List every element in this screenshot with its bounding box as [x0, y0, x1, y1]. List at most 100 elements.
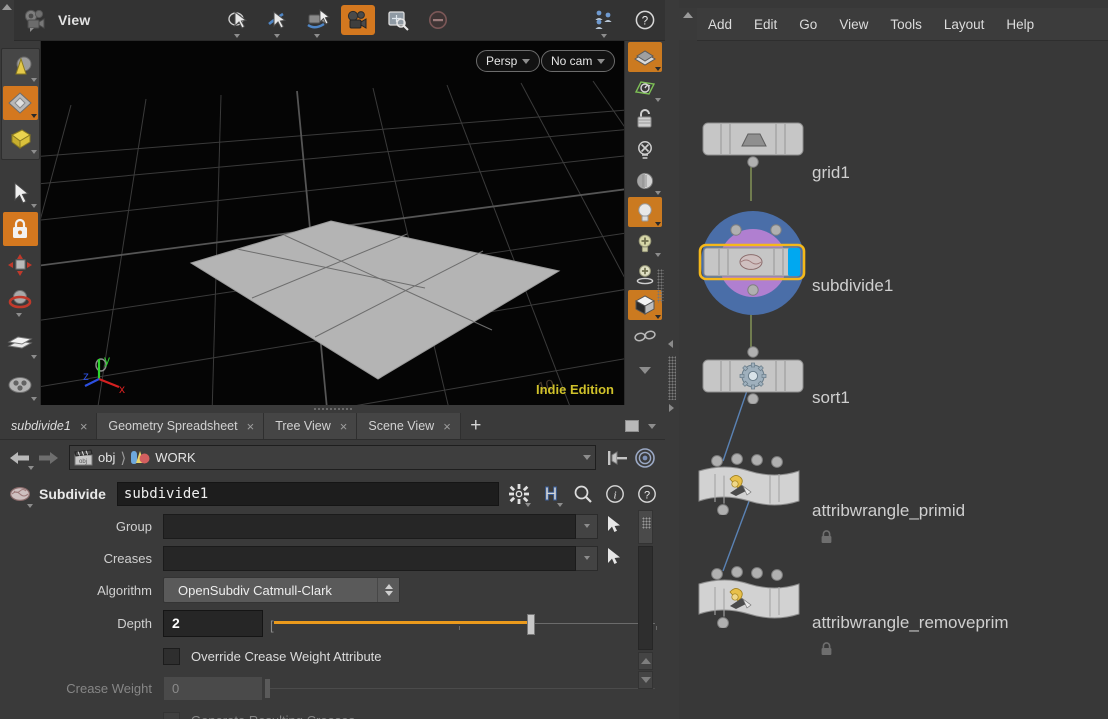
viewport-right-toolbar — [624, 41, 665, 405]
close-icon[interactable]: × — [443, 420, 451, 433]
creases-input[interactable] — [163, 545, 576, 571]
select-rotate-tool[interactable] — [221, 5, 255, 38]
override-crease-weight-checkbox[interactable] — [163, 647, 180, 665]
bulb-plus-icon[interactable] — [628, 228, 662, 258]
question-mark-icon[interactable]: ? — [634, 481, 659, 507]
open-padlock-icon[interactable] — [628, 104, 662, 134]
menu-add[interactable]: Add — [697, 8, 743, 41]
splitter-grip[interactable] — [668, 356, 676, 400]
node-grid1[interactable] — [699, 121, 807, 178]
scroll-down-button[interactable] — [638, 671, 653, 689]
algorithm-select[interactable]: OpenSubdiv Catmull-Clark — [163, 577, 400, 603]
pane-collapse-arrow[interactable] — [0, 0, 14, 41]
node-sort1[interactable] — [699, 346, 807, 409]
add-tab-button[interactable]: + — [461, 413, 491, 439]
path-input[interactable]: obj obj ⟩ WORK — [69, 445, 596, 470]
forward-arrow-icon[interactable] — [34, 446, 62, 470]
group-pick-button[interactable] — [606, 515, 622, 538]
target-icon[interactable] — [631, 446, 659, 470]
bulb-x-icon[interactable] — [628, 135, 662, 165]
svg-text:i: i — [613, 490, 616, 502]
viewport-3d[interactable]: 10 y x z Persp No cam Indie Edition — [41, 41, 624, 405]
node-name-input[interactable]: subdivide1 — [116, 482, 499, 506]
houdini-h-icon[interactable]: H — [538, 481, 563, 507]
lock-icon — [820, 642, 833, 656]
perspective-mode-dropdown[interactable]: Persp — [476, 50, 541, 72]
node-attribwrangle-primid[interactable] — [693, 453, 807, 520]
pane-vertical-splitter[interactable] — [665, 0, 679, 719]
node-attribwrangle-removeprim[interactable] — [693, 566, 807, 633]
creases-pick-button[interactable] — [606, 547, 622, 570]
rotate-sphere-icon[interactable] — [3, 283, 38, 318]
search-icon[interactable] — [570, 481, 595, 507]
tab-scene-view[interactable]: Scene View × — [357, 413, 461, 439]
camera-icon[interactable] — [22, 7, 52, 33]
parameter-scrollbar[interactable] — [636, 510, 654, 690]
close-icon[interactable]: × — [80, 420, 88, 433]
diamond-select-tool[interactable] — [2, 86, 38, 120]
collapse-right-arrow[interactable] — [669, 404, 674, 412]
menu-help[interactable]: Help — [995, 8, 1045, 41]
tab-subdivide1[interactable]: subdivide1 × — [0, 413, 98, 439]
close-icon[interactable]: × — [247, 420, 255, 433]
pin-icon[interactable] — [603, 446, 631, 470]
group-input[interactable] — [163, 513, 576, 539]
camera-view-tool[interactable] — [340, 5, 375, 35]
users-icon[interactable] — [588, 5, 622, 38]
display-shaded-toggle[interactable] — [628, 42, 662, 72]
move-arrows-icon[interactable] — [3, 248, 38, 282]
menu-edit[interactable]: Edit — [743, 8, 788, 41]
creases-dropdown-button[interactable] — [576, 545, 598, 571]
tumble-tool[interactable] — [301, 5, 335, 38]
chevron-down-icon — [384, 591, 393, 596]
menu-layout[interactable]: Layout — [933, 8, 996, 41]
collapse-left-arrow[interactable] — [668, 340, 673, 348]
cone-sphere-tool[interactable] — [3, 50, 38, 84]
scrollbar-grip[interactable] — [638, 510, 653, 544]
disabled-tool[interactable] — [421, 5, 455, 35]
glasses-icon[interactable] — [628, 321, 662, 351]
zoom-region-tool[interactable] — [381, 5, 415, 35]
chevron-down-icon[interactable] — [648, 423, 656, 429]
menu-go[interactable]: Go — [788, 8, 828, 41]
path-segment-obj[interactable]: obj obj — [74, 449, 115, 466]
sphere-shade-icon[interactable] — [628, 166, 662, 196]
node-label-attribwrangle-removeprim: attribwrangle_removeprim — [812, 613, 1009, 632]
camera-select-dropdown[interactable]: No cam — [541, 50, 616, 72]
viewport-pane-splitter[interactable] — [41, 405, 624, 413]
back-arrow-icon[interactable] — [6, 446, 34, 470]
chevron-down-icon[interactable] — [583, 455, 591, 460]
scale-pages-icon[interactable] — [3, 327, 38, 361]
path-segment-work[interactable]: WORK — [131, 449, 196, 466]
maximize-pane-icon[interactable] — [625, 420, 639, 432]
scroll-up-button[interactable] — [638, 652, 653, 670]
group-dropdown-button[interactable] — [576, 513, 598, 539]
gear-icon[interactable] — [506, 481, 531, 507]
info-icon[interactable]: i — [602, 481, 627, 507]
film-reel-icon[interactable] — [3, 369, 38, 403]
algorithm-spinner[interactable] — [377, 578, 399, 602]
select-tool[interactable] — [261, 5, 295, 38]
padlock-icon[interactable] — [2, 211, 38, 246]
slider-handle[interactable] — [526, 613, 535, 635]
tab-tree-view[interactable]: Tree View × — [264, 413, 358, 439]
arrow-cursor-icon[interactable] — [3, 176, 38, 210]
depth-slider[interactable]: [ — [268, 610, 665, 637]
param-row-creases: Creases — [0, 542, 665, 574]
question-mark-icon[interactable]: ? — [628, 5, 662, 35]
bulb-on-icon[interactable] — [628, 197, 662, 227]
menu-tools[interactable]: Tools — [879, 8, 933, 41]
menu-view[interactable]: View — [828, 8, 879, 41]
node-subdivide1[interactable] — [683, 203, 823, 326]
depth-input[interactable]: 2 — [163, 609, 263, 637]
viewport-bar-grip[interactable] — [657, 269, 664, 303]
slider-tick — [656, 625, 657, 630]
viewport-more-toggle[interactable] — [628, 355, 662, 385]
display-wireframe-toggle[interactable] — [628, 73, 662, 103]
tab-geometry-spreadsheet[interactable]: Geometry Spreadsheet × — [97, 413, 265, 439]
close-icon[interactable]: × — [340, 420, 348, 433]
network-canvas[interactable]: grid1 subdivide1 sort1 attribwrangle_pri… — [679, 41, 1108, 719]
network-pane-collapse-arrow[interactable] — [679, 8, 697, 40]
yellow-box-icon[interactable] — [3, 122, 38, 156]
scrollbar-trough[interactable] — [638, 546, 653, 650]
